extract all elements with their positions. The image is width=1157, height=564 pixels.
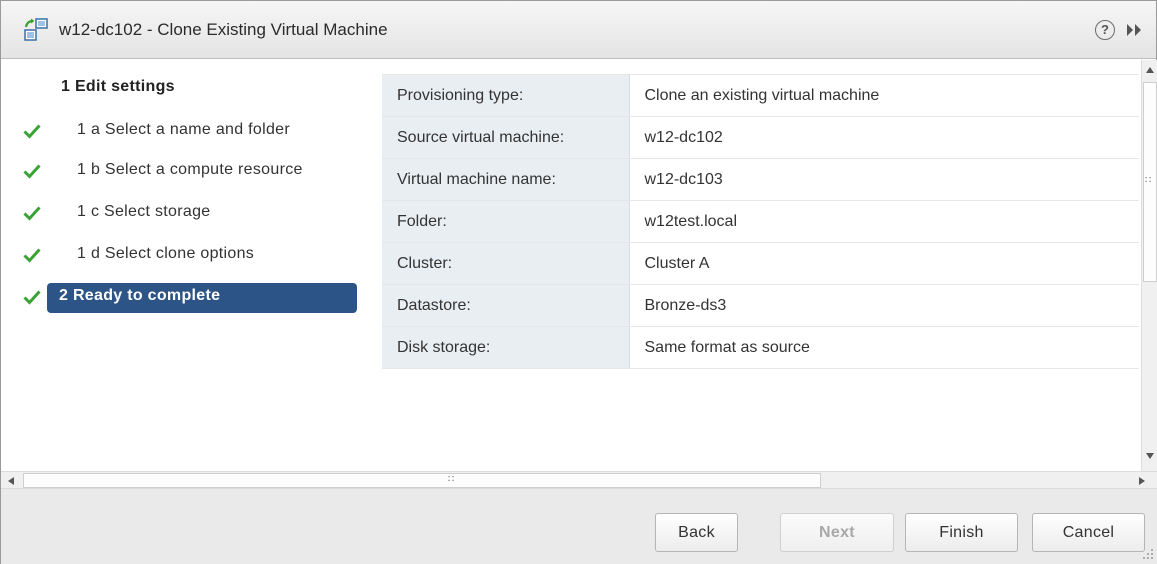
clone-vm-icon [24,18,48,41]
title-bar: w12-dc102 - Clone Existing Virtual Machi… [1,1,1156,59]
step-label: 1 Edit settings [61,78,175,95]
table-row: Virtual machine name: w12-dc103 [382,158,1139,201]
horizontal-scrollbar[interactable]: ∷ [1,471,1157,489]
vertical-scrollbar[interactable]: ∷ [1141,60,1157,471]
summary-key: Virtual machine name: [382,158,630,201]
summary-value: Same format as source [629,326,1139,369]
step-label: 2 Ready to complete [59,287,221,304]
next-button[interactable]: Next [780,513,894,552]
step-label: 1 c Select storage [77,203,211,220]
summary-value: Cluster A [629,242,1139,285]
summary-key: Source virtual machine: [382,116,630,159]
summary-value: Clone an existing virtual machine [629,74,1139,117]
summary-value: w12test.local [629,200,1139,243]
check-icon [23,164,41,179]
summary-panel: Provisioning type: Clone an existing vir… [366,60,1141,471]
check-icon [23,206,41,221]
summary-key: Folder: [382,200,630,243]
scroll-down-arrow-icon[interactable] [1146,453,1154,459]
summary-value: Bronze-ds3 [629,284,1139,327]
scroll-right-arrow-icon[interactable] [1139,477,1145,485]
cancel-button[interactable]: Cancel [1032,513,1145,552]
scroll-left-arrow-icon[interactable] [8,477,14,485]
step-label: 1 d Select clone options [77,245,255,262]
dialog-title: w12-dc102 - Clone Existing Virtual Machi… [59,20,388,39]
summary-key: Cluster: [382,242,630,285]
summary-value: w12-dc102 [629,116,1139,159]
table-row: Cluster: Cluster A [382,242,1139,285]
summary-key: Datastore: [382,284,630,327]
table-row: Disk storage: Same format as source [382,326,1139,369]
check-icon [23,290,41,305]
grip-dots-icon: ∷ [448,474,455,485]
grip-dots-icon: ∷ [1145,175,1153,186]
expand-icon[interactable] [1123,21,1145,39]
summary-key: Disk storage: [382,326,630,369]
summary-key: Provisioning type: [382,74,630,117]
table-row: Datastore: Bronze-ds3 [382,284,1139,327]
resize-grip-icon[interactable] [1141,547,1155,561]
summary-value: w12-dc103 [629,158,1139,201]
check-icon [23,124,41,139]
horizontal-scroll-thumb[interactable]: ∷ [23,473,821,488]
table-row: Source virtual machine: w12-dc102 [382,116,1139,159]
clone-vm-dialog: w12-dc102 - Clone Existing Virtual Machi… [0,0,1157,564]
step-label: 1 b Select a compute resource [77,161,303,178]
summary-table: Provisioning type: Clone an existing vir… [382,74,1139,369]
help-icon[interactable]: ? [1095,20,1115,40]
scroll-up-arrow-icon[interactable] [1146,67,1154,73]
finish-button[interactable]: Finish [905,513,1018,552]
back-button[interactable]: Back [655,513,738,552]
table-row: Folder: w12test.local [382,200,1139,243]
wizard-steps: 1 Edit settings 1 a Select a name and fo… [1,60,366,471]
table-row: Provisioning type: Clone an existing vir… [382,74,1139,117]
step-label: 1 a Select a name and folder [77,121,290,138]
check-icon [23,248,41,263]
dialog-footer: Back Next Finish Cancel [1,489,1157,564]
